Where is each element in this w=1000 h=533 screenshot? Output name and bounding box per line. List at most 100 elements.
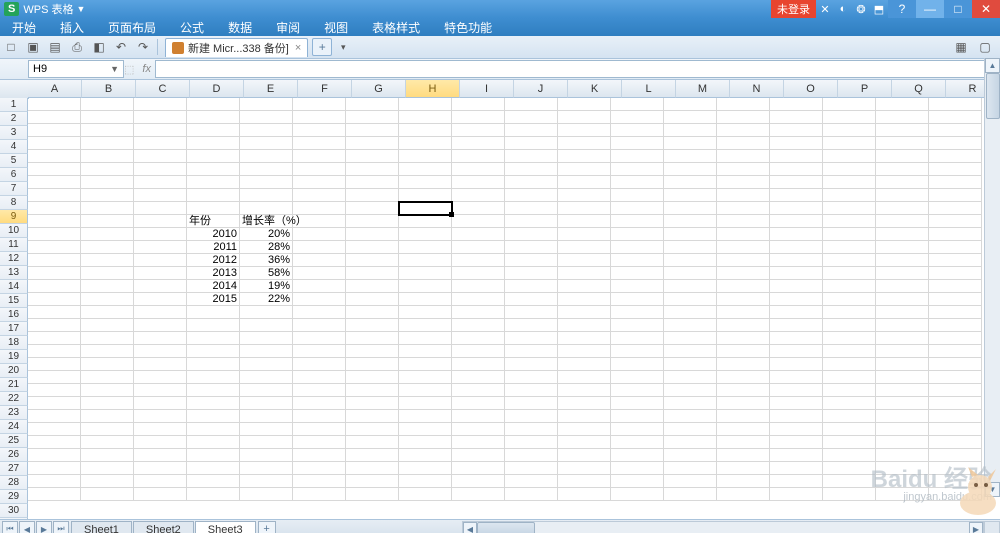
- row-header-18[interactable]: 18: [0, 336, 28, 350]
- cell-R8[interactable]: [929, 189, 982, 202]
- cell-D14[interactable]: 2013: [187, 267, 240, 280]
- cell-K17[interactable]: [558, 306, 611, 319]
- cell-R3[interactable]: [929, 124, 982, 137]
- cell-I27[interactable]: [452, 436, 505, 449]
- cell-H16[interactable]: [399, 293, 452, 306]
- menu-页面布局[interactable]: 页面布局: [96, 19, 168, 36]
- new-tab-button[interactable]: +: [312, 38, 332, 56]
- cell-K10[interactable]: [558, 215, 611, 228]
- cell-M15[interactable]: [664, 280, 717, 293]
- cell-I21[interactable]: [452, 358, 505, 371]
- row-header-24[interactable]: 24: [0, 420, 28, 434]
- cell-G23[interactable]: [346, 384, 399, 397]
- row-header-1[interactable]: 1: [0, 98, 28, 112]
- cell-G25[interactable]: [346, 410, 399, 423]
- cell-O27[interactable]: [770, 436, 823, 449]
- cell-M11[interactable]: [664, 228, 717, 241]
- cell-R5[interactable]: [929, 150, 982, 163]
- cell-I1[interactable]: [452, 98, 505, 111]
- cell-J16[interactable]: [505, 293, 558, 306]
- cell-H9[interactable]: [399, 202, 452, 215]
- cell-Q20[interactable]: [876, 345, 929, 358]
- cell-H31[interactable]: [399, 488, 452, 501]
- cell-E20[interactable]: [240, 345, 293, 358]
- cell-J1[interactable]: [505, 98, 558, 111]
- fx-label[interactable]: fx: [142, 63, 151, 75]
- cell-E5[interactable]: [240, 150, 293, 163]
- cell-O1[interactable]: [770, 98, 823, 111]
- cell-R31[interactable]: [929, 488, 982, 501]
- cell-B5[interactable]: [81, 150, 134, 163]
- cell-Q9[interactable]: [876, 202, 929, 215]
- cell-C3[interactable]: [134, 124, 187, 137]
- cell-G11[interactable]: [346, 228, 399, 241]
- cell-D24[interactable]: [187, 397, 240, 410]
- cell-H7[interactable]: [399, 176, 452, 189]
- cell-H21[interactable]: [399, 358, 452, 371]
- cell-N28[interactable]: [717, 449, 770, 462]
- cell-Q18[interactable]: [876, 319, 929, 332]
- cell-K30[interactable]: [558, 475, 611, 488]
- cell-N12[interactable]: [717, 241, 770, 254]
- cell-O10[interactable]: [770, 215, 823, 228]
- cell-G6[interactable]: [346, 163, 399, 176]
- hscroll-thumb[interactable]: [477, 522, 535, 533]
- cell-F28[interactable]: [293, 449, 346, 462]
- row-header-16[interactable]: 16: [0, 308, 28, 322]
- sheet-tab-Sheet3[interactable]: Sheet3: [195, 521, 256, 533]
- cell-C29[interactable]: [134, 462, 187, 475]
- cell-C17[interactable]: [134, 306, 187, 319]
- cell-N19[interactable]: [717, 332, 770, 345]
- cell-Q28[interactable]: [876, 449, 929, 462]
- shield-icon[interactable]: ⬒: [870, 0, 888, 18]
- cell-C6[interactable]: [134, 163, 187, 176]
- cell-R28[interactable]: [929, 449, 982, 462]
- menu-开始[interactable]: 开始: [0, 19, 48, 36]
- row-header-28[interactable]: 28: [0, 476, 28, 490]
- cell-D5[interactable]: [187, 150, 240, 163]
- cell-F29[interactable]: [293, 462, 346, 475]
- cell-L8[interactable]: [611, 189, 664, 202]
- cell-D2[interactable]: [187, 111, 240, 124]
- cell-M25[interactable]: [664, 410, 717, 423]
- cell-R29[interactable]: [929, 462, 982, 475]
- col-header-A[interactable]: A: [28, 80, 82, 98]
- cell-E18[interactable]: [240, 319, 293, 332]
- cell-L3[interactable]: [611, 124, 664, 137]
- cell-R13[interactable]: [929, 254, 982, 267]
- cell-Q22[interactable]: [876, 371, 929, 384]
- cell-I26[interactable]: [452, 423, 505, 436]
- cell-N25[interactable]: [717, 410, 770, 423]
- col-header-I[interactable]: I: [460, 80, 514, 98]
- cell-B4[interactable]: [81, 137, 134, 150]
- cell-E25[interactable]: [240, 410, 293, 423]
- col-header-E[interactable]: E: [244, 80, 298, 98]
- cell-F12[interactable]: [293, 241, 346, 254]
- cell-A19[interactable]: [28, 332, 81, 345]
- cell-F15[interactable]: [293, 280, 346, 293]
- cell-E3[interactable]: [240, 124, 293, 137]
- row-header-27[interactable]: 27: [0, 462, 28, 476]
- skin-icon[interactable]: ❂: [852, 0, 870, 18]
- cell-F18[interactable]: [293, 319, 346, 332]
- cell-Q11[interactable]: [876, 228, 929, 241]
- cell-B18[interactable]: [81, 319, 134, 332]
- cell-I24[interactable]: [452, 397, 505, 410]
- cell-J21[interactable]: [505, 358, 558, 371]
- cell-E30[interactable]: [240, 475, 293, 488]
- cell-D22[interactable]: [187, 371, 240, 384]
- cell-Q23[interactable]: [876, 384, 929, 397]
- cell-J18[interactable]: [505, 319, 558, 332]
- cell-K4[interactable]: [558, 137, 611, 150]
- cell-J31[interactable]: [505, 488, 558, 501]
- cell-R25[interactable]: [929, 410, 982, 423]
- cell-C2[interactable]: [134, 111, 187, 124]
- cell-J29[interactable]: [505, 462, 558, 475]
- cell-M31[interactable]: [664, 488, 717, 501]
- cell-O18[interactable]: [770, 319, 823, 332]
- col-header-K[interactable]: K: [568, 80, 622, 98]
- cell-D30[interactable]: [187, 475, 240, 488]
- cell-Q29[interactable]: [876, 462, 929, 475]
- cell-Q16[interactable]: [876, 293, 929, 306]
- cell-E10[interactable]: 增长率（%）: [240, 215, 293, 228]
